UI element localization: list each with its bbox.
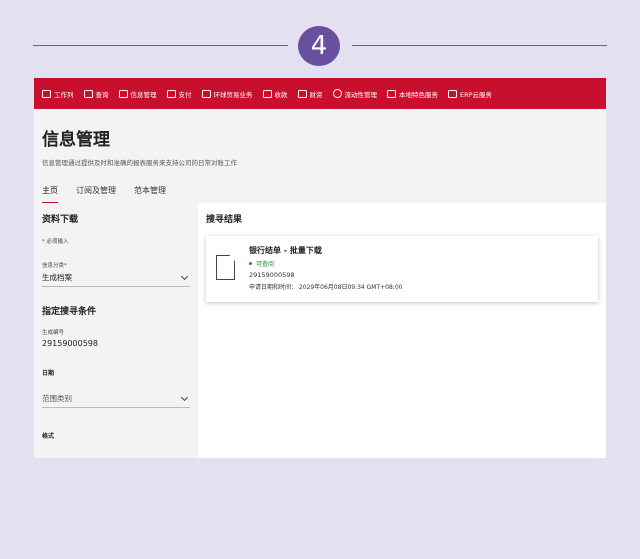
- download-section-title: 资料下载: [42, 215, 79, 225]
- camera-icon: [83, 89, 93, 98]
- nav-item-label: 流动性管理: [344, 90, 378, 99]
- nav-item-label: 财资: [309, 90, 323, 99]
- nav-item-erp-cloud[interactable]: ERP云服务: [448, 89, 492, 99]
- result-card[interactable]: 银行结单 - 批量下载 可查阅 29159000598 申请日期和时间： 202…: [206, 236, 598, 302]
- divider-right: [352, 45, 607, 46]
- chevron-down-icon: [180, 272, 189, 280]
- status-badge: 可查阅: [249, 259, 402, 268]
- nav-item-label: 查询: [95, 90, 109, 99]
- nav-item-label: 工作列: [54, 90, 74, 99]
- status-text: 可查阅: [256, 261, 275, 268]
- nav-item-treasury[interactable]: 财资: [297, 89, 323, 99]
- nav-item-payment[interactable]: 支付: [166, 89, 192, 99]
- page-subtitle: 信息管理通过提供及时和准确的报表服务来支持公司的日常对账工作: [42, 159, 237, 167]
- currency-icon: [332, 89, 342, 98]
- category-value: 生成档案: [42, 273, 72, 282]
- nav-item-label: 收款: [274, 90, 288, 99]
- nav-item-liquidity[interactable]: 流动性管理: [332, 89, 378, 99]
- tab-home[interactable]: 主页: [42, 185, 58, 204]
- page-title: 信息管理: [42, 130, 110, 150]
- page-header: 信息管理 信息管理通过提供及时和准确的报表服务来支持公司的日常对账工作 主页 订…: [34, 109, 606, 204]
- folder-icon: [118, 89, 128, 98]
- download-form: 资料下载 * 必须输入 信息分类* 生成档案 指定搜寻条件 生成编号 29159…: [34, 203, 198, 458]
- nav-item-label: ERP云服务: [460, 90, 493, 99]
- divider-left: [33, 45, 288, 46]
- status-dot-icon: [249, 262, 252, 265]
- nav-item-query[interactable]: 查询: [83, 89, 109, 99]
- nav-item-info-management[interactable]: 信息管理: [118, 89, 157, 99]
- nav-item-label: 支付: [178, 90, 192, 99]
- reference-input[interactable]: 29159000598: [42, 339, 190, 348]
- results-title: 搜寻结果: [206, 215, 243, 225]
- document-icon: [216, 255, 235, 280]
- wallet-icon: [166, 89, 176, 98]
- result-card-body: 银行结单 - 批量下载 可查阅 29159000598 申请日期和时间： 202…: [249, 245, 402, 293]
- nav-item-worklist[interactable]: 工作列: [42, 89, 74, 99]
- nav-item-receivables[interactable]: 收款: [262, 89, 288, 99]
- criteria-section-title: 指定搜寻条件: [42, 307, 97, 317]
- required-note: * 必须输入: [42, 239, 69, 245]
- date-section-title: 日期: [42, 370, 55, 377]
- results-panel: 搜寻结果 银行结单 - 批量下载 可查阅 29159000598 申请日期和时间…: [198, 203, 606, 458]
- result-date: 申请日期和时间： 2029年06月08日09:34 GMT+08:00: [249, 284, 403, 291]
- step-number-badge: 4: [298, 26, 340, 66]
- briefcase-icon: [42, 89, 51, 98]
- category-select[interactable]: 生成档案: [42, 272, 190, 287]
- bank-icon: [387, 89, 396, 98]
- chevron-down-icon: [180, 393, 189, 401]
- range-type-placeholder: 范围类别: [42, 394, 72, 403]
- result-reference: 29159000598: [249, 271, 295, 279]
- app-screen: 工作列 查询 信息管理 支付 环球贸易业务 收款 财资 流动性管理 本地特色服务…: [34, 78, 606, 458]
- tab-subscription[interactable]: 订阅及管理: [76, 185, 116, 204]
- cash-icon: [262, 89, 272, 98]
- folder-icon: [297, 89, 307, 98]
- top-navigation: 工作列 查询 信息管理 支付 环球贸易业务 收款 财资 流动性管理 本地特色服务…: [34, 78, 606, 109]
- result-title: 银行结单 - 批量下载: [249, 246, 322, 255]
- format-section-title: 格式: [42, 433, 55, 440]
- globe-icon: [201, 89, 211, 98]
- tab-templates[interactable]: 范本管理: [134, 185, 166, 204]
- document-icon: [448, 89, 457, 98]
- tab-bar: 主页 订阅及管理 范本管理: [42, 185, 598, 204]
- nav-item-local-services[interactable]: 本地特色服务: [387, 89, 438, 99]
- main-content: 资料下载 * 必须输入 信息分类* 生成档案 指定搜寻条件 生成编号 29159…: [34, 203, 606, 458]
- category-label: 信息分类*: [42, 263, 67, 269]
- nav-item-label: 本地特色服务: [399, 90, 438, 99]
- nav-item-label: 环球贸易业务: [213, 90, 253, 99]
- reference-label: 生成编号: [42, 330, 65, 336]
- nav-item-global-trade[interactable]: 环球贸易业务: [201, 89, 253, 99]
- nav-item-label: 信息管理: [130, 90, 157, 99]
- range-type-select[interactable]: 范围类别: [42, 393, 190, 408]
